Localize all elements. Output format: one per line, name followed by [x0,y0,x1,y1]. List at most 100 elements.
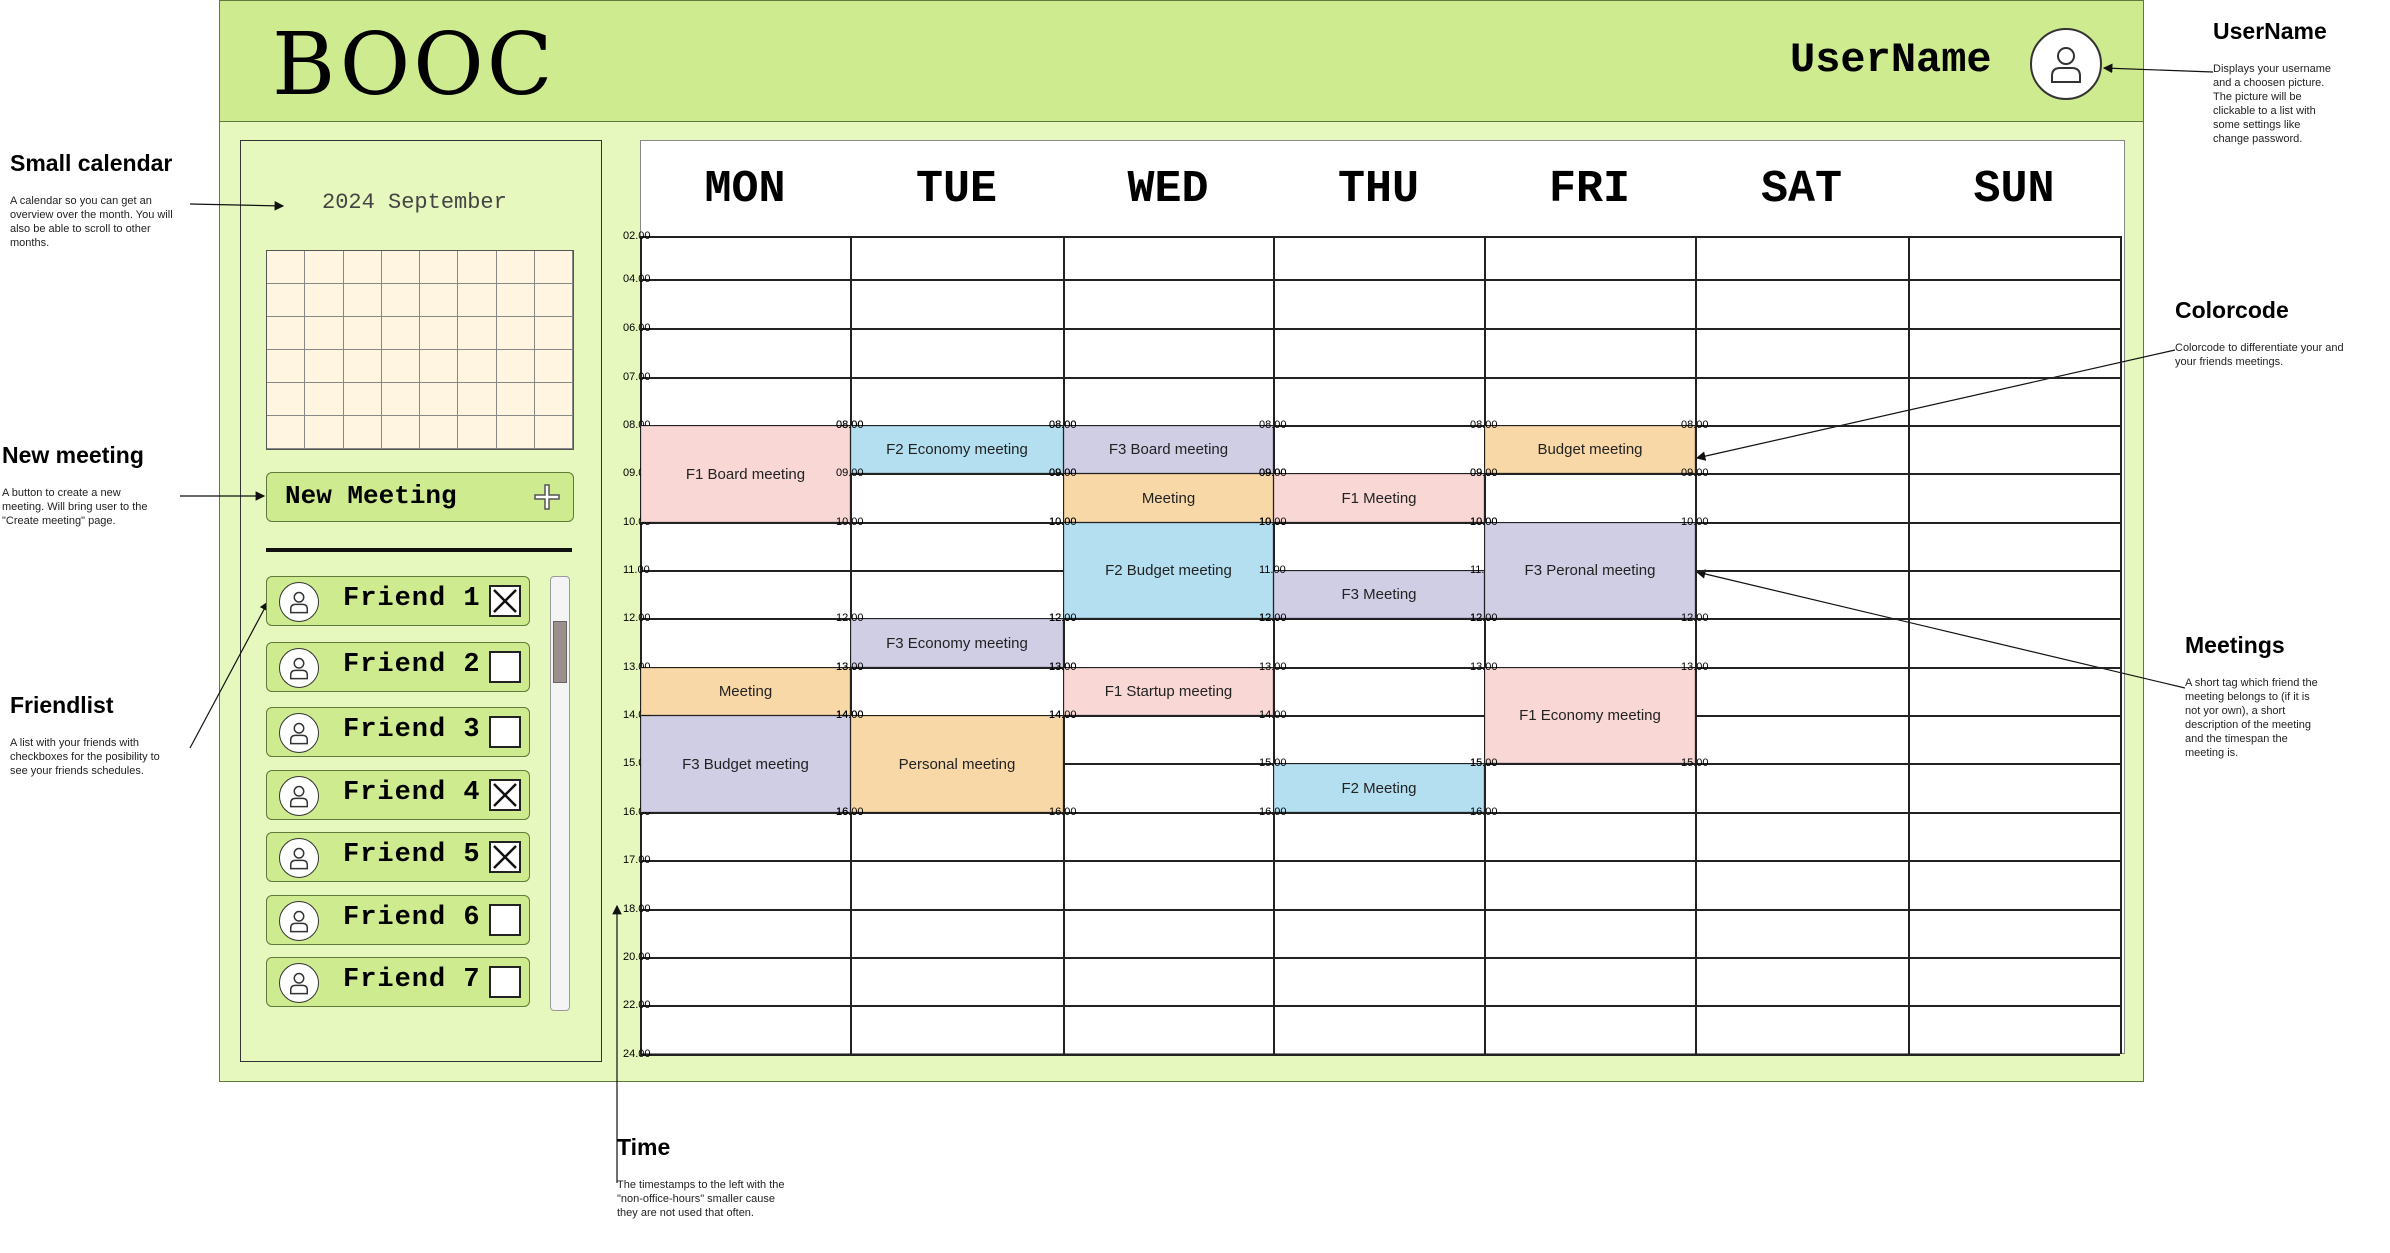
grid-column-line [2120,236,2122,1054]
checkbox-unchecked[interactable] [489,651,521,683]
grid-row-line [640,1054,2120,1056]
calendar-event[interactable]: Personal meeting [851,716,1063,812]
event-end-time: 12.00 [1470,612,1498,624]
calendar-event[interactable]: F2 Budget meeting [1064,523,1273,618]
checkbox-checked[interactable] [489,841,521,873]
time-label: 22.00 [623,999,651,1011]
friend-item[interactable]: Friend 2 [266,642,530,692]
event-end-time: 10.00 [836,516,864,528]
checkbox-unchecked[interactable] [489,716,521,748]
event-start-time: 11.00 [1259,564,1286,576]
event-end-time: 16.00 [836,806,864,818]
calendar-event[interactable]: Budget meeting [1485,426,1695,473]
annotation-text-friendlist: A list with your friends with checkboxes… [10,737,160,777]
event-end-time: 13.00 [836,661,864,673]
time-label: 07.00 [623,371,651,383]
grid-column-line [640,236,642,1054]
checkbox-checked[interactable] [489,585,521,617]
friend-item[interactable]: Friend 3 [266,707,530,757]
event-end-time: 09.00 [836,467,864,479]
annotation-title-time: Time [617,1134,671,1160]
event-start-time: 14.00 [836,709,864,721]
calendar-event[interactable]: F3 Economy meeting [851,619,1063,667]
annotation-text-colorcode: Colorcode to differentiate your and your… [2175,342,2344,368]
friend-item[interactable]: Friend 6 [266,895,530,945]
grid-column-line [1273,236,1275,1054]
event-end-time: 09.00 [1681,467,1709,479]
friend-name: Friend 2 [343,650,481,680]
annotation-title-username: UserName [2213,18,2327,44]
annotation-title-new-meeting: New meeting [2,442,144,468]
event-start-time: 15.00 [1259,757,1287,769]
grid-row-line [640,236,2120,238]
event-start-time: 13.00 [1049,661,1077,673]
event-start-time: 13.00 [1470,661,1498,673]
day-header-fri: FRI [1548,164,1630,215]
annotation-text-username: Displays your username and a choosen pic… [2213,63,2331,145]
day-header-mon: MON [704,164,786,215]
time-label: 18.00 [623,903,651,915]
event-end-time: 16.00 [1259,806,1287,818]
calendar-event[interactable]: F2 Meeting [1274,764,1484,812]
calendar-event[interactable]: F3 Peronal meeting [1485,523,1695,618]
event-start-time: 08.00 [1049,419,1077,431]
grid-row-line [640,957,2120,959]
calendar-event[interactable]: F1 Startup meeting [1064,668,1273,715]
friend-item[interactable]: Friend 4 [266,770,530,820]
friend-avatar-icon [279,648,319,688]
grid-column-line [1484,236,1486,1054]
time-label: 24.00 [623,1048,651,1060]
calendar-event[interactable]: F3 Budget meeting [641,716,850,812]
friend-item[interactable]: Friend 7 [266,957,530,1007]
event-start-time: 10.00 [1470,516,1498,528]
grid-row-line [640,377,2120,379]
calendar-event[interactable]: Meeting [641,668,850,715]
checkbox-checked[interactable] [489,779,521,811]
calendar-event[interactable]: F3 Meeting [1274,571,1484,618]
friend-name: Friend 5 [343,840,481,870]
event-end-time: 14.00 [1049,709,1077,721]
time-label: 17.00 [623,854,651,866]
friend-avatar-icon [279,713,319,753]
time-label: 06.00 [623,322,651,334]
friend-item[interactable]: Friend 5 [266,832,530,882]
event-start-time: 10.00 [1681,516,1709,528]
annotation-text-new-meeting: A button to create a new meeting. Will b… [2,487,148,527]
annotation-text-meetings: A short tag which friend the meeting bel… [2185,677,2318,759]
day-header-sat: SAT [1760,164,1842,215]
calendar-event[interactable]: F1 Meeting [1274,474,1484,522]
event-start-time: 09.00 [1259,467,1287,479]
time-label: 11.00 [623,564,650,576]
event-end-time: 15.00 [1470,757,1498,769]
friend-name: Friend 6 [343,903,481,933]
calendar-event[interactable]: F1 Economy meeting [1485,668,1695,763]
day-header-wed: WED [1127,164,1209,215]
annotation-title-colorcode: Colorcode [2175,297,2289,323]
grid-row-line [640,860,2120,862]
grid-row-line [640,909,2120,911]
grid-column-line [1695,236,1697,1054]
calendar-event[interactable]: F2 Economy meeting [851,426,1063,473]
checkbox-unchecked[interactable] [489,966,521,998]
grid-row-line [640,279,2120,281]
friend-item[interactable]: Friend 1 [266,576,530,626]
time-label: 12.00 [623,612,651,624]
event-end-time: 16.00 [1470,806,1498,818]
friend-name: Friend 3 [343,715,481,745]
friend-avatar-icon [279,901,319,941]
event-end-time: 12.00 [1259,612,1287,624]
calendar-event[interactable]: Meeting [1064,474,1273,522]
grid-row-line [640,328,2120,330]
annotation-text-small-calendar: A calendar so you can get an overview ov… [10,195,173,249]
event-end-time: 12.00 [1681,612,1709,624]
calendar-event[interactable]: F1 Board meeting [641,426,850,522]
annotation-title-friendlist: Friendlist [10,692,114,718]
checkbox-unchecked[interactable] [489,904,521,936]
grid-row-line [640,1005,2120,1007]
event-start-time: 13.00 [1681,661,1709,673]
annotation-title-small-calendar: Small calendar [10,150,173,176]
calendar-event[interactable]: F3 Board meeting [1064,426,1273,473]
event-end-time: 10.00 [1259,516,1287,528]
event-end-time: 15.00 [1681,757,1709,769]
time-label: 04.00 [623,273,651,285]
